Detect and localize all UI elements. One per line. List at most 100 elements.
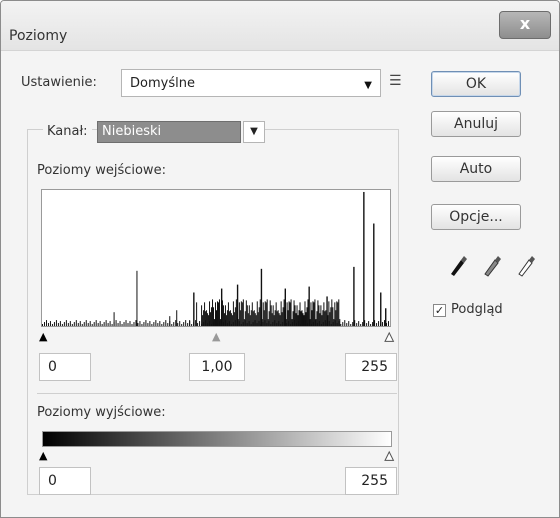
histogram-bar	[275, 302, 277, 326]
histogram-bar	[305, 312, 307, 326]
black-output-slider[interactable]: ▲	[39, 450, 47, 461]
histogram-bar	[299, 302, 301, 326]
histogram-bar	[325, 310, 327, 326]
histogram-bar	[300, 311, 302, 326]
histogram-bar	[316, 311, 318, 326]
histogram-bar	[181, 324, 183, 326]
histogram-bar	[283, 299, 285, 326]
black-output-field[interactable]: 0	[39, 467, 91, 495]
histogram-bar	[265, 302, 267, 326]
chevron-down-icon: ▼	[364, 80, 372, 91]
histogram-bar	[333, 319, 335, 326]
preset-dropdown[interactable]: Domyślne ▼	[121, 69, 381, 97]
histogram-bar	[273, 315, 275, 326]
auto-button[interactable]: Auto	[431, 156, 521, 182]
histogram-bar	[225, 315, 227, 326]
histogram-bar	[297, 315, 299, 326]
histogram-bar	[358, 321, 360, 326]
histogram-bar	[340, 324, 342, 326]
histogram-bar	[83, 322, 85, 326]
preview-checkbox[interactable]: ✓	[433, 304, 446, 317]
histogram-bar	[213, 307, 215, 326]
histogram-bar	[376, 323, 378, 326]
histogram-bar	[239, 310, 241, 326]
gray-point-eyedropper-icon[interactable]	[481, 252, 503, 278]
histogram-bar	[259, 299, 261, 326]
histogram-bar	[256, 301, 258, 326]
histogram-bar	[93, 322, 95, 326]
histogram-bar	[219, 319, 221, 326]
histogram-bar	[282, 307, 284, 326]
black-input-slider[interactable]: ▲	[39, 331, 47, 342]
histogram-bar	[216, 301, 218, 326]
histogram-bar	[107, 323, 109, 326]
histogram-bar	[342, 322, 344, 326]
histogram-bar	[298, 310, 300, 326]
black-point-eyedropper-icon[interactable]	[447, 252, 469, 278]
histogram-bar	[230, 313, 232, 326]
options-button[interactable]: Opcje...	[431, 204, 521, 230]
channel-dropdown[interactable]: Niebieski ▼	[97, 121, 265, 143]
white-input-field[interactable]: 255	[345, 353, 397, 381]
close-button[interactable]: x	[499, 11, 551, 39]
histogram-bar	[65, 320, 67, 326]
histogram-bar	[388, 321, 390, 326]
histogram-bar	[244, 311, 246, 326]
histogram-bar	[385, 308, 387, 326]
histogram-bar	[117, 323, 119, 326]
histogram-bar	[223, 313, 225, 326]
histogram-bar	[269, 300, 271, 326]
histogram-bar	[141, 324, 143, 326]
histogram-bar	[210, 312, 212, 326]
histogram-bar	[344, 320, 346, 326]
histogram-bar	[157, 323, 159, 326]
histogram-bar	[263, 310, 265, 326]
histogram-bar	[231, 315, 233, 326]
histogram-bar	[69, 321, 71, 326]
histogram-bar	[211, 307, 213, 326]
histogram-bar	[315, 319, 317, 326]
histogram-bar	[191, 324, 193, 326]
histogram-bar	[339, 319, 341, 326]
histogram-bar	[322, 310, 324, 326]
histogram-bar	[281, 312, 283, 326]
histogram-bar	[324, 311, 326, 326]
histogram-bar	[185, 320, 187, 326]
dialog-title: Poziomy	[9, 28, 68, 44]
histogram-bar	[214, 319, 216, 326]
histogram-bar	[105, 320, 107, 326]
black-input-field[interactable]: 0	[39, 353, 91, 381]
histogram-bar	[278, 313, 280, 326]
white-point-eyedropper-icon[interactable]	[515, 252, 537, 278]
histogram-bar	[336, 301, 338, 326]
histogram-bar	[363, 191, 365, 326]
white-output-field[interactable]: 255	[345, 467, 397, 495]
histogram-bar	[301, 310, 303, 326]
input-levels-label: Poziomy wejściowe:	[37, 163, 166, 178]
histogram-bar	[243, 319, 245, 326]
close-icon: x	[519, 14, 531, 33]
histogram-bar	[136, 270, 138, 326]
histogram-bar	[328, 301, 330, 326]
cancel-button[interactable]: Anuluj	[431, 111, 521, 137]
ok-button[interactable]: OK	[431, 71, 521, 97]
histogram-bar	[319, 313, 321, 326]
histogram-bar	[233, 312, 235, 326]
chevron-down-icon[interactable]: ▼	[243, 121, 265, 143]
gamma-input-field[interactable]: 1,00	[189, 353, 245, 381]
white-input-slider[interactable]: ▲	[384, 331, 394, 343]
histogram-bar	[123, 322, 125, 326]
histogram-bar	[272, 305, 274, 326]
histogram-bar	[332, 307, 334, 326]
title-bar[interactable]: Poziomy x	[1, 1, 559, 51]
gamma-input-slider[interactable]: ▲	[212, 331, 220, 342]
histogram-bar	[380, 292, 382, 326]
levels-dialog: Poziomy x Ustawienie: Domyślne ▼ ☰ OK An…	[0, 0, 560, 518]
histogram-bar	[143, 322, 145, 326]
histogram-bar	[63, 322, 65, 326]
histogram-bar	[271, 313, 273, 326]
histogram-bar	[153, 322, 155, 326]
list-menu-icon[interactable]: ☰	[389, 73, 402, 89]
white-output-slider[interactable]: ▲	[384, 450, 394, 462]
histogram-bar	[353, 266, 355, 326]
